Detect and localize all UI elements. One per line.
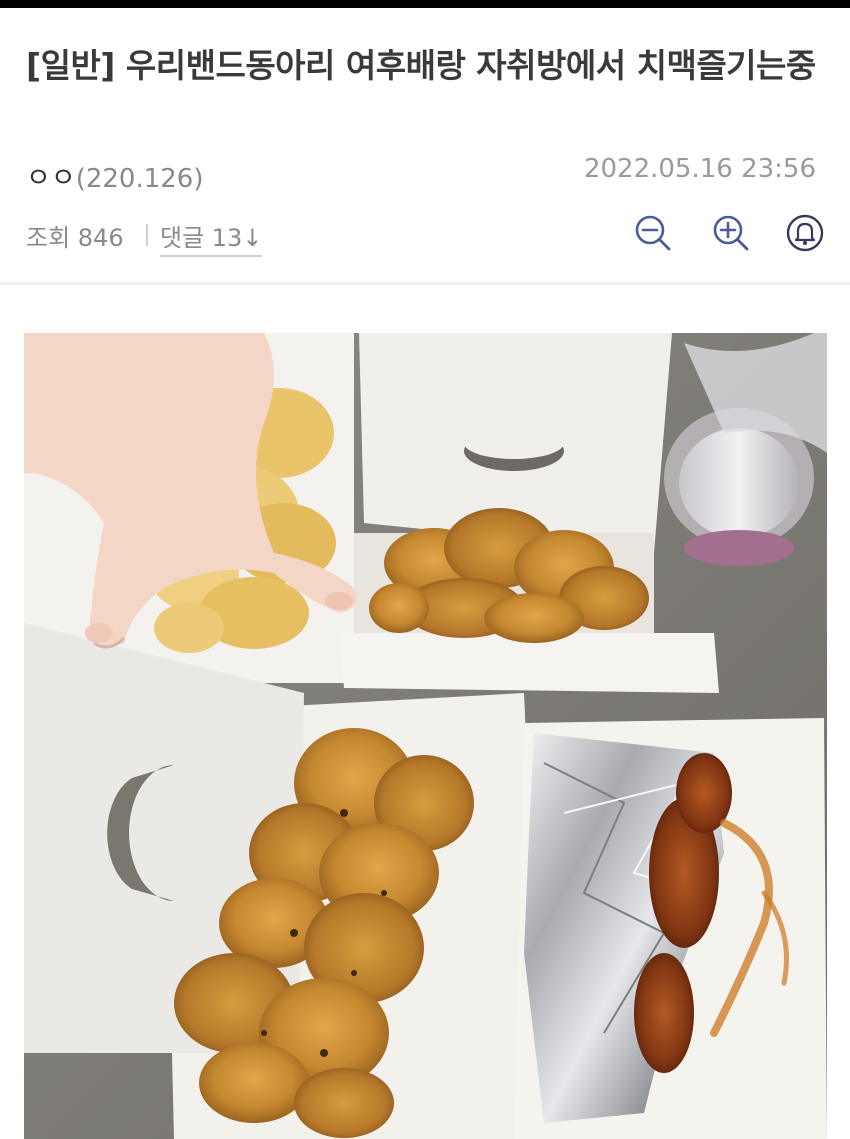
fried-chicken-photo: [24, 333, 827, 1139]
notification-button[interactable]: [784, 212, 826, 254]
status-bar-edge: [0, 0, 850, 8]
post-photo[interactable]: [24, 333, 827, 1139]
post-author[interactable]: ㅇㅇ(220.126): [26, 156, 204, 195]
author-ip: (220.126): [75, 164, 204, 194]
post-date: 2022.05.16 23:56: [583, 154, 816, 184]
zoom-out-button[interactable]: [632, 212, 674, 254]
zoom-in-button[interactable]: [710, 212, 752, 254]
post-title: [일반] 우리밴드동아리 여후배랑 자취방에서 치맥즐기는중: [26, 46, 816, 85]
header-separator: [0, 282, 850, 285]
stats-divider: [146, 224, 148, 246]
post-meta-row: ㅇㅇ(220.126) 2022.05.16 23:56: [26, 152, 824, 195]
post-stats-row: 조회 846 댓글 13↓: [26, 212, 824, 258]
comment-count-link[interactable]: 댓글 13↓: [160, 218, 263, 257]
view-count: 조회 846: [26, 224, 124, 252]
zoom-out-icon: [635, 215, 671, 251]
bell-icon: [786, 214, 824, 252]
author-name: ㅇㅇ: [26, 163, 76, 194]
zoom-in-icon: [713, 215, 749, 251]
